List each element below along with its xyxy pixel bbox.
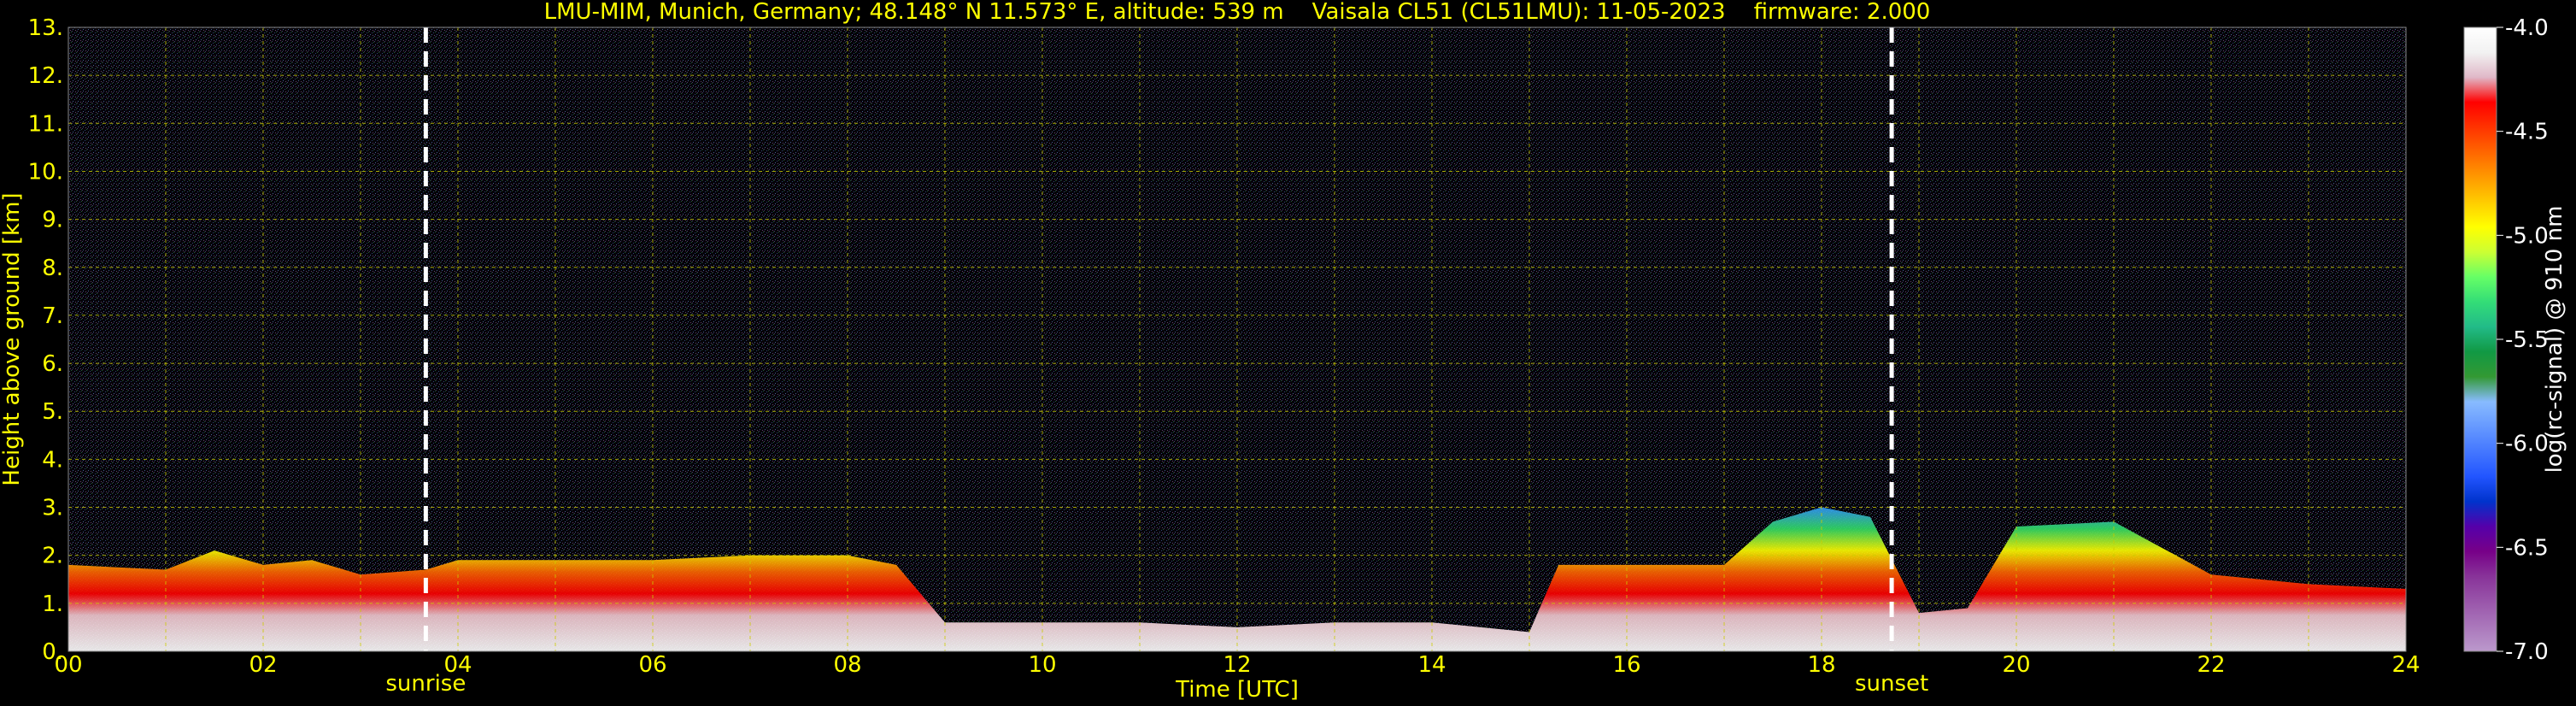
y-tick-label: 10. xyxy=(28,159,63,185)
ceilometer-chart: LMU-MIM, Munich, Germany; 48.148° N 11.5… xyxy=(0,0,2567,703)
colorbar-tick-label: -4.0 xyxy=(2505,15,2549,41)
x-axis-label: Time [UTC] xyxy=(1175,677,1299,703)
y-tick-label: 13. xyxy=(28,15,63,41)
y-tick-label: 9. xyxy=(42,208,63,233)
colorbar-tick-label: -4.5 xyxy=(2505,120,2549,145)
x-tick-label: 02 xyxy=(249,652,277,678)
y-axis-label: Height above ground [km] xyxy=(0,192,25,485)
y-tick-label: 1. xyxy=(42,591,63,617)
x-tick-label: 10 xyxy=(1028,652,1056,678)
x-tick-label: 22 xyxy=(2197,652,2225,678)
sunset-label: sunset xyxy=(1855,671,1928,697)
y-tick-labels: 0.1.2.3.4.5.6.7.8.9.10.11.12.13. xyxy=(28,15,63,665)
y-tick-label: 8. xyxy=(42,256,63,281)
y-tick-label: 7. xyxy=(42,303,63,329)
y-tick-label: 12. xyxy=(28,63,63,89)
colorbar xyxy=(2463,26,2497,652)
y-tick-label: 5. xyxy=(42,399,63,425)
x-tick-label: 08 xyxy=(833,652,861,678)
y-tick-label: 6. xyxy=(42,351,63,377)
x-tick-label: 00 xyxy=(54,652,82,678)
sun-event-labels: sunrise sunset xyxy=(385,671,1928,697)
x-tick-label: 24 xyxy=(2391,652,2420,678)
chart-title: LMU-MIM, Munich, Germany; 48.148° N 11.5… xyxy=(544,0,1931,25)
y-tick-label: 11. xyxy=(28,111,63,137)
sunrise-label: sunrise xyxy=(385,671,466,697)
y-tick-label: 2. xyxy=(42,544,63,569)
colorbar-tick-labels: -4.0-4.5-5.0-5.5-6.0-6.5-7.0 xyxy=(2497,15,2549,665)
colorbar-tick-label: -6.5 xyxy=(2505,535,2549,561)
x-tick-label: 06 xyxy=(638,652,666,678)
colorbar-tick-label: -7.0 xyxy=(2505,639,2549,665)
x-tick-label: 16 xyxy=(1612,652,1640,678)
y-tick-label: 4. xyxy=(42,447,63,473)
x-tick-label: 18 xyxy=(1807,652,1835,678)
colorbar-label: log(rc-signal) @ 910 nm xyxy=(2542,206,2567,474)
y-tick-label: 3. xyxy=(42,496,63,521)
x-tick-label: 12 xyxy=(1223,652,1251,678)
x-tick-label: 20 xyxy=(2002,652,2030,678)
x-tick-label: 14 xyxy=(1417,652,1446,678)
